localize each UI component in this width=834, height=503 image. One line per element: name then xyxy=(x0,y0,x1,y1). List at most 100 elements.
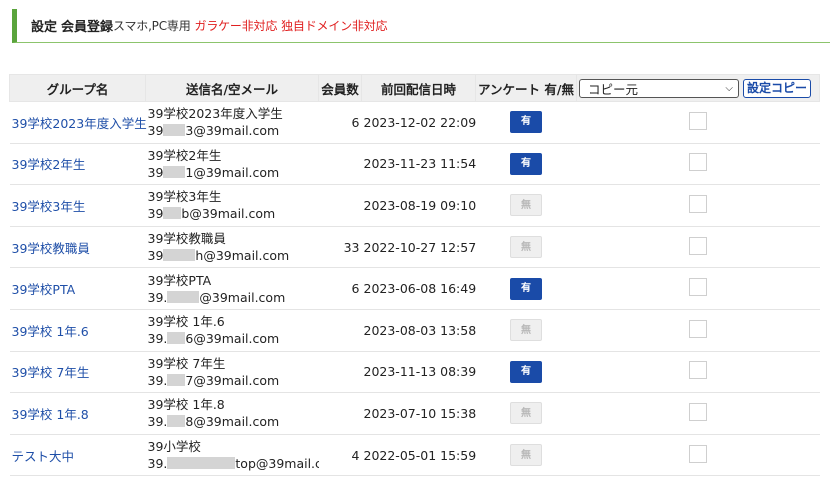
copy-target-checkbox[interactable] xyxy=(689,402,707,421)
sender-name: 39学校 1年.8 xyxy=(147,397,225,413)
group-name-link[interactable]: 39学校2年生 xyxy=(12,157,86,172)
last-sent-datetime: 2022-10-27 12:57 xyxy=(361,226,476,269)
copy-target-cell xyxy=(576,309,820,352)
group-name-link[interactable]: テスト大中 xyxy=(12,449,75,464)
survey-toggle-button[interactable]: 無 xyxy=(510,444,542,467)
copy-source-select-value: コピー元 xyxy=(588,81,639,97)
sender-name: 39学校3年生 xyxy=(147,189,222,205)
survey-toggle-button[interactable]: 無 xyxy=(510,319,542,342)
email-prefix: 39. xyxy=(147,289,168,305)
survey-cell: 無 xyxy=(475,434,577,477)
survey-toggle-button[interactable]: 有 xyxy=(510,360,542,383)
sender-cell: 39小学校39. top@39mail.com xyxy=(145,434,319,477)
survey-cell: 無 xyxy=(475,309,577,352)
sender-email: 39 b@39mail.com xyxy=(148,205,317,222)
copy-target-checkbox[interactable] xyxy=(689,194,707,213)
survey-toggle-button[interactable]: 無 xyxy=(510,194,542,217)
copy-target-cell xyxy=(576,143,820,186)
sender-cell: 39学校3年生 39 b@39mail.com xyxy=(145,184,319,227)
group-name-link[interactable]: 39学校 1年.8 xyxy=(12,407,89,422)
group-name-link[interactable]: 39学校2023年度入学生 xyxy=(12,116,147,131)
sender-name: 39学校2023年度入学生 xyxy=(147,106,283,122)
survey-toggle-button[interactable]: 有 xyxy=(510,111,542,134)
sender-email: 39. 8@39mail.com xyxy=(148,413,317,430)
copy-target-cell xyxy=(576,101,820,144)
survey-toggle-button[interactable]: 有 xyxy=(510,277,542,300)
group-table: グループ名 送信名/空メール 会員数 前回配信日時 アンケート 有/無 コピー元… xyxy=(9,74,820,477)
copy-source-select[interactable]: コピー元 ⌵ xyxy=(579,78,739,98)
table-row: 39学校 1年.8 39学校 1年.8 39. 8@39mail.com 2023-07… xyxy=(9,392,820,435)
member-count xyxy=(318,184,362,227)
page-subtitle: 会員登録 xyxy=(61,20,114,35)
last-sent-datetime: 2022-05-01 15:59 xyxy=(361,434,476,477)
member-count xyxy=(318,392,362,435)
sender-email: 39. @39mail.com xyxy=(148,289,317,306)
redacted-mask xyxy=(167,457,236,470)
member-count: 4 xyxy=(318,434,362,477)
survey-cell: 有 xyxy=(475,101,577,144)
group-name-link[interactable]: 39学校PTA xyxy=(12,282,76,297)
email-prefix: 39. xyxy=(147,372,168,388)
email-prefix: 39 xyxy=(147,248,164,264)
sender-name: 39学校 7年生 xyxy=(147,355,226,371)
table-row: 39学校教職員 39学校教職員 39 h@39mail.com 33 2022-10-27… xyxy=(9,226,820,269)
device-note: スマホ,PC専用 xyxy=(113,19,191,33)
email-suffix: 3@39mail.com xyxy=(185,123,280,139)
sender-email: 39 3@39mail.com xyxy=(148,122,317,139)
table-header-row: グループ名 送信名/空メール 会員数 前回配信日時 アンケート 有/無 コピー元… xyxy=(9,74,820,102)
sender-cell: 39学校2年生 39 1@39mail.com xyxy=(145,143,319,186)
last-sent-datetime: 2023-07-10 15:38 xyxy=(361,392,476,435)
group-name-cell: 39学校教職員 xyxy=(9,226,146,269)
group-name-link[interactable]: 39学校教職員 xyxy=(12,241,90,256)
member-count: 6 xyxy=(318,101,362,144)
domain-warning: 独自ドメイン非対応 xyxy=(281,19,388,33)
sender-email: 39. top@39mail.com xyxy=(148,455,319,472)
member-count: 6 xyxy=(318,267,362,310)
table-row: 39学校 1年.6 39学校 1年.6 39. 6@39mail.com 2023-08… xyxy=(9,309,820,352)
email-suffix: @39mail.com xyxy=(199,289,286,305)
survey-cell: 有 xyxy=(475,143,577,186)
copy-target-cell xyxy=(576,351,820,394)
redacted-mask xyxy=(167,373,186,386)
copy-target-checkbox[interactable] xyxy=(689,361,707,380)
email-prefix: 39. xyxy=(147,331,168,347)
copy-target-checkbox[interactable] xyxy=(689,111,707,130)
last-sent-datetime: 2023-06-08 16:49 xyxy=(361,267,476,310)
email-suffix: top@39mail.com xyxy=(235,456,318,472)
email-suffix: b@39mail.com xyxy=(181,206,276,222)
group-name-cell: 39学校PTA xyxy=(9,267,146,310)
sender-cell: 39学校教職員 39 h@39mail.com xyxy=(145,226,319,269)
survey-cell: 有 xyxy=(475,267,577,310)
column-header-count: 会員数 xyxy=(318,74,362,102)
survey-cell: 有 xyxy=(475,351,577,394)
page-title: 設定 xyxy=(31,20,58,35)
group-name-cell: 39学校3年生 xyxy=(9,184,146,227)
copy-target-cell xyxy=(576,184,820,227)
copy-target-checkbox[interactable] xyxy=(689,444,707,463)
group-name-link[interactable]: 39学校3年生 xyxy=(12,199,86,214)
copy-settings-button[interactable]: 設定コピー xyxy=(743,78,812,98)
group-name-cell: 39学校 7年生 xyxy=(9,351,146,394)
copy-target-checkbox[interactable] xyxy=(689,236,707,255)
survey-toggle-button[interactable]: 有 xyxy=(510,152,542,175)
table-body: 39学校2023年度入学生 39学校2023年度入学生 39 3@39mail.com… xyxy=(9,101,820,477)
page-header: 設定 会員登録 スマホ,PC専用 ガラケー非対応 独自ドメイン非対応 xyxy=(12,9,830,43)
group-name-link[interactable]: 39学校 7年生 xyxy=(12,365,90,380)
last-sent-datetime: 2023-11-23 11:54 xyxy=(361,143,476,186)
copy-target-checkbox[interactable] xyxy=(689,278,707,297)
email-prefix: 39 xyxy=(147,123,164,139)
table-row: 39学校2023年度入学生 39学校2023年度入学生 39 3@39mail.com… xyxy=(9,101,820,144)
copy-target-checkbox[interactable] xyxy=(689,153,707,172)
member-count: 33 xyxy=(318,226,362,269)
survey-toggle-button[interactable]: 無 xyxy=(510,236,542,259)
sender-name: 39学校教職員 xyxy=(147,231,226,247)
sender-name: 39学校PTA xyxy=(147,272,212,288)
survey-toggle-button[interactable]: 無 xyxy=(510,402,542,425)
survey-cell: 無 xyxy=(475,226,577,269)
table-row: テスト大中 39小学校39. top@39mail.com42022-05-01 1… xyxy=(9,434,820,477)
group-name-cell: 39学校 1年.6 xyxy=(9,309,146,352)
group-name-link[interactable]: 39学校 1年.6 xyxy=(12,324,89,339)
copy-target-checkbox[interactable] xyxy=(689,319,707,338)
member-count xyxy=(318,309,362,352)
last-sent-datetime: 2023-08-19 09:10 xyxy=(361,184,476,227)
